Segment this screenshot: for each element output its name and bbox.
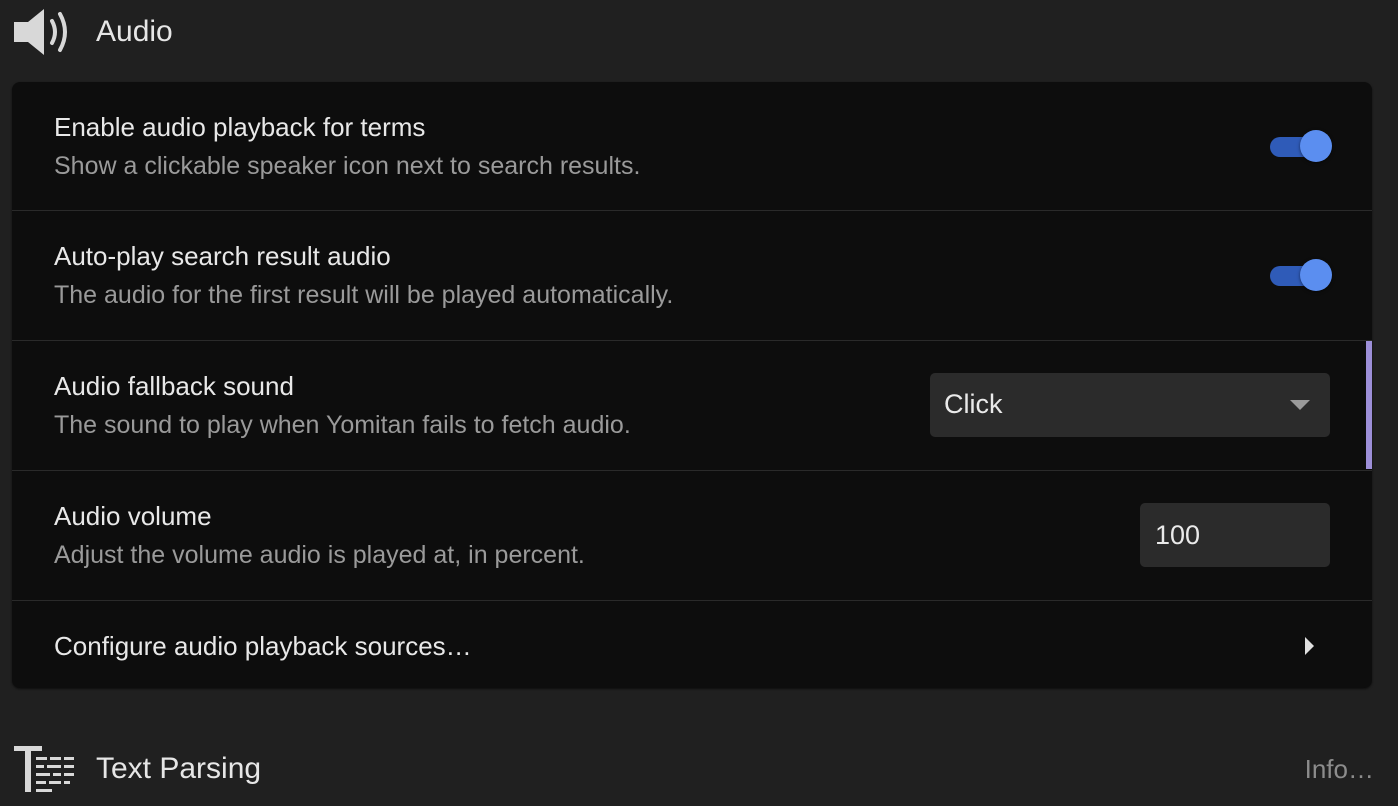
fallback-sound-select[interactable]: Click [930, 373, 1330, 437]
audio-section-header: Audio [12, 4, 1374, 60]
setting-description: The sound to play when Yomitan fails to … [54, 411, 631, 439]
speaker-icon [12, 6, 76, 58]
setting-label: Enable audio playback for terms [54, 112, 426, 142]
setting-audio-volume: Audio volume Adjust the volume audio is … [12, 471, 1372, 601]
setting-autoplay-audio: Auto-play search result audio The audio … [12, 211, 1372, 341]
select-value: Click [944, 389, 1003, 419]
configure-audio-sources-link[interactable]: Configure audio playback sources… [12, 601, 1372, 688]
toggle-knob [1300, 130, 1332, 162]
focus-indicator [1366, 341, 1372, 469]
audio-settings-card: Enable audio playback for terms Show a c… [12, 82, 1372, 688]
setting-fallback-sound: Audio fallback sound The sound to play w… [12, 341, 1372, 471]
text-parsing-section-header: Text Parsing Info… [12, 740, 1374, 798]
setting-description: The audio for the first result will be p… [54, 281, 674, 309]
settings-page: Audio Enable audio playback for terms Sh… [0, 0, 1398, 806]
setting-label: Audio fallback sound [54, 371, 294, 401]
text-parsing-section-title: Text Parsing [96, 752, 262, 785]
setting-description: Show a clickable speaker icon next to se… [54, 152, 641, 180]
setting-description: Adjust the volume audio is played at, in… [54, 541, 585, 569]
setting-label: Audio volume [54, 501, 212, 531]
setting-label: Auto-play search result audio [54, 241, 391, 271]
enable-audio-toggle[interactable] [1270, 129, 1332, 163]
setting-label: Configure audio playback sources… [54, 631, 472, 661]
text-parsing-icon [12, 743, 76, 795]
audio-section-title: Audio [96, 15, 173, 48]
info-link[interactable]: Info… [1305, 754, 1374, 785]
toggle-knob [1300, 259, 1332, 291]
setting-enable-audio: Enable audio playback for terms Show a c… [12, 82, 1372, 211]
audio-volume-input[interactable] [1140, 503, 1330, 567]
autoplay-audio-toggle[interactable] [1270, 258, 1332, 292]
chevron-down-icon [1290, 400, 1310, 410]
chevron-right-icon [1305, 637, 1314, 655]
